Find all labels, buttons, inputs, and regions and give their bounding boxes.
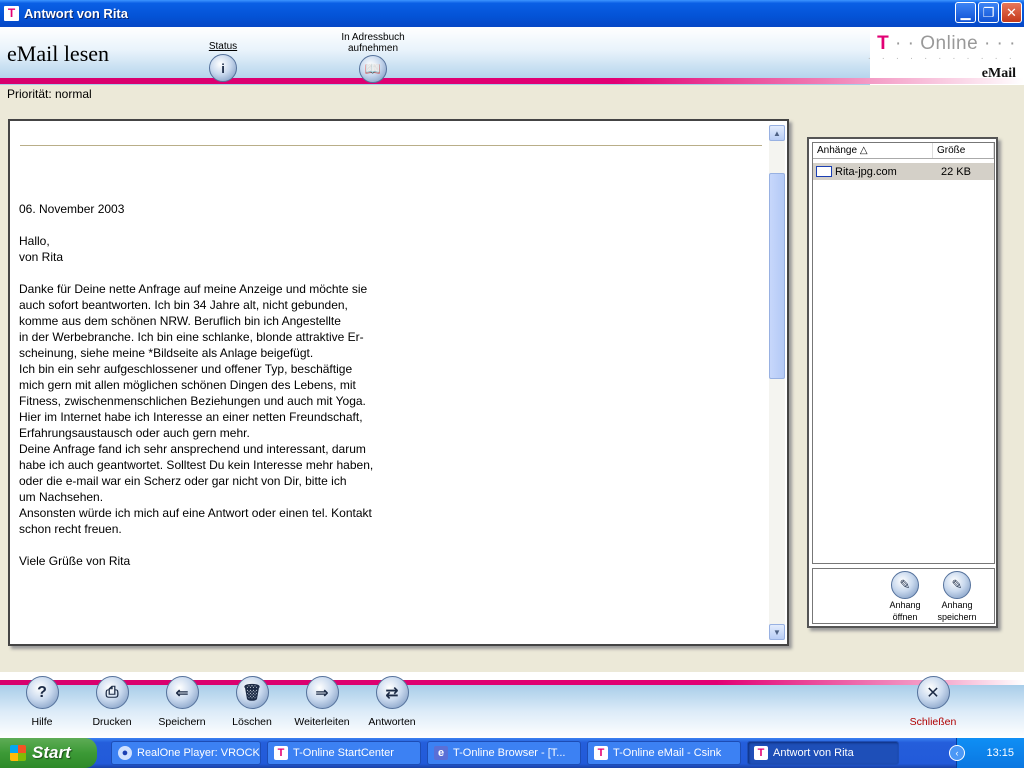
start-label: Start bbox=[32, 743, 71, 762]
close-window-button[interactable]: ✕ bbox=[1001, 2, 1022, 23]
delete-button[interactable]: 🗑 Löschen bbox=[217, 676, 287, 728]
task-label: T-Online StartCenter bbox=[293, 747, 394, 759]
message-body: Danke für Deine nette Anfrage auf meine … bbox=[19, 282, 374, 536]
window-title-bar[interactable]: T Antwort von Rita ▁ ❐ ✕ bbox=[0, 0, 1024, 27]
logo-t: T bbox=[877, 33, 890, 54]
print-button[interactable]: ⎙ Drucken bbox=[77, 676, 147, 728]
task-browser[interactable]: e T-Online Browser - [T... bbox=[427, 741, 581, 765]
t-online-icon: T bbox=[274, 746, 288, 760]
forward-button[interactable]: ⇒ Weiterleiten bbox=[287, 676, 357, 728]
minimize-button[interactable]: ▁ bbox=[955, 2, 976, 23]
task-label: T-Online eMail - Csink bbox=[613, 747, 722, 759]
browser-icon: e bbox=[434, 746, 448, 760]
forward-label: Weiterleiten bbox=[294, 716, 350, 728]
print-label: Drucken bbox=[92, 716, 132, 728]
clock[interactable]: 13:15 bbox=[986, 747, 1014, 759]
open-attachment-label-2: öffnen bbox=[892, 612, 918, 622]
addressbook-label-line2: aufnehmen bbox=[347, 43, 399, 54]
reply-button[interactable]: ⇄ Antworten bbox=[357, 676, 427, 728]
header-separator bbox=[20, 145, 762, 146]
t-online-app-icon: T bbox=[4, 6, 19, 21]
help-button[interactable]: ? Hilfe bbox=[7, 676, 77, 728]
save-attachment-label-1: Anhang bbox=[941, 600, 973, 610]
open-attachment-label-1: Anhang bbox=[889, 600, 921, 610]
scroll-thumb[interactable] bbox=[769, 173, 785, 379]
logo-email: eMail bbox=[981, 66, 1016, 81]
task-antwort-von-rita[interactable]: T Antwort von Rita bbox=[747, 741, 899, 765]
attachments-list[interactable]: Anhänge △ Größe Rita-jpg.com 22 KB bbox=[812, 142, 995, 564]
logo-online: Online bbox=[920, 33, 979, 54]
page-title: eMail lesen bbox=[7, 41, 110, 66]
save-label: Speichern bbox=[158, 716, 206, 728]
message-greeting: Hallo, von Rita bbox=[19, 234, 64, 264]
help-label: Hilfe bbox=[31, 716, 53, 728]
logo-dotline: · · · · · · · · · · · bbox=[867, 53, 1016, 64]
add-to-addressbook-tool[interactable]: In Adressbuch aufnehmen 📖 bbox=[336, 32, 410, 83]
message-signoff: Viele Grüße von Rita bbox=[19, 554, 131, 568]
priority-label: Priorität: normal bbox=[7, 87, 92, 101]
start-button[interactable]: Start bbox=[0, 738, 97, 768]
help-icon: ? bbox=[25, 676, 59, 709]
file-icon bbox=[816, 166, 832, 177]
save-attachment-label-2: speichern bbox=[937, 612, 977, 622]
close-button[interactable]: ✕ Schließen bbox=[898, 676, 968, 728]
realone-icon: ● bbox=[118, 746, 132, 760]
logo-dots: · · bbox=[895, 33, 915, 54]
addressbook-icon[interactable]: 📖 bbox=[359, 55, 387, 83]
system-tray: ‹ 13:15 bbox=[949, 738, 1024, 768]
attachments-name-column[interactable]: Anhänge △ bbox=[813, 143, 933, 158]
message-date: 06. November 2003 bbox=[19, 202, 125, 216]
addressbook-label-line1: In Adressbuch bbox=[341, 32, 405, 43]
attachment-name: Rita-jpg.com bbox=[835, 165, 897, 178]
attachment-actions: ✎ Anhang öffnen ✎ Anhang speichern bbox=[812, 568, 995, 624]
task-label: RealOne Player: VROCK bbox=[137, 747, 260, 759]
attachment-row[interactable]: Rita-jpg.com 22 KB bbox=[813, 163, 994, 180]
attachment-size: 22 KB bbox=[941, 165, 971, 178]
windows-taskbar: Start ● RealOne Player: VROCK T T-Online… bbox=[0, 738, 1024, 768]
close-icon: ✕ bbox=[916, 676, 950, 709]
status-label: Status bbox=[208, 41, 238, 52]
message-body-pane[interactable]: 06. November 2003 Hallo, von Rita Danke … bbox=[8, 119, 789, 646]
save-button[interactable]: ⇐ Speichern bbox=[147, 676, 217, 728]
t-online-icon: T bbox=[594, 746, 608, 760]
forward-icon: ⇒ bbox=[305, 676, 339, 709]
t-online-logo: T · · Online · · · · · · · · · · · · · ·… bbox=[868, 33, 1016, 82]
app-header: eMail lesen Status i In Adressbuch aufne… bbox=[0, 27, 1024, 85]
task-email[interactable]: T T-Online eMail - Csink bbox=[587, 741, 741, 765]
info-icon[interactable]: i bbox=[209, 54, 237, 82]
task-label: Antwort von Rita bbox=[773, 747, 854, 759]
attachments-size-column[interactable]: Größe bbox=[933, 143, 994, 158]
scroll-down-button[interactable]: ▼ bbox=[769, 624, 785, 640]
save-attachment-button[interactable]: ✎ Anhang speichern bbox=[935, 571, 979, 623]
trash-icon: 🗑 bbox=[235, 676, 269, 709]
delete-label: Löschen bbox=[232, 716, 272, 728]
scroll-up-button[interactable]: ▲ bbox=[769, 125, 785, 141]
message-scrollbar[interactable]: ▲ ▼ bbox=[769, 125, 785, 640]
close-label: Schließen bbox=[909, 716, 957, 728]
open-attachment-button[interactable]: ✎ Anhang öffnen bbox=[883, 571, 927, 623]
printer-icon: ⎙ bbox=[95, 676, 129, 709]
t-online-icon: T bbox=[754, 746, 768, 760]
logo-trailing-dots: · · · bbox=[983, 33, 1016, 54]
bottom-toolbar: ? Hilfe ⎙ Drucken ⇐ Speichern 🗑 Löschen … bbox=[0, 672, 1024, 738]
attachments-pane: Anhänge △ Größe Rita-jpg.com 22 KB ✎ Anh… bbox=[807, 137, 998, 628]
task-realone-player[interactable]: ● RealOne Player: VROCK bbox=[111, 741, 261, 765]
windows-flag-icon bbox=[10, 745, 26, 761]
open-attachment-icon: ✎ bbox=[891, 571, 919, 599]
tray-expand-icon[interactable]: ‹ bbox=[949, 745, 965, 761]
restore-button[interactable]: ❐ bbox=[978, 2, 999, 23]
task-label: T-Online Browser - [T... bbox=[453, 747, 566, 759]
window-title: Antwort von Rita bbox=[24, 6, 128, 21]
status-tool[interactable]: Status i bbox=[203, 41, 243, 82]
reply-label: Antworten bbox=[368, 716, 416, 728]
message-text[interactable]: 06. November 2003 Hallo, von Rita Danke … bbox=[19, 201, 759, 585]
task-startcenter[interactable]: T T-Online StartCenter bbox=[267, 741, 421, 765]
save-icon: ⇐ bbox=[165, 676, 199, 709]
save-attachment-icon: ✎ bbox=[943, 571, 971, 599]
reply-icon: ⇄ bbox=[375, 676, 409, 709]
